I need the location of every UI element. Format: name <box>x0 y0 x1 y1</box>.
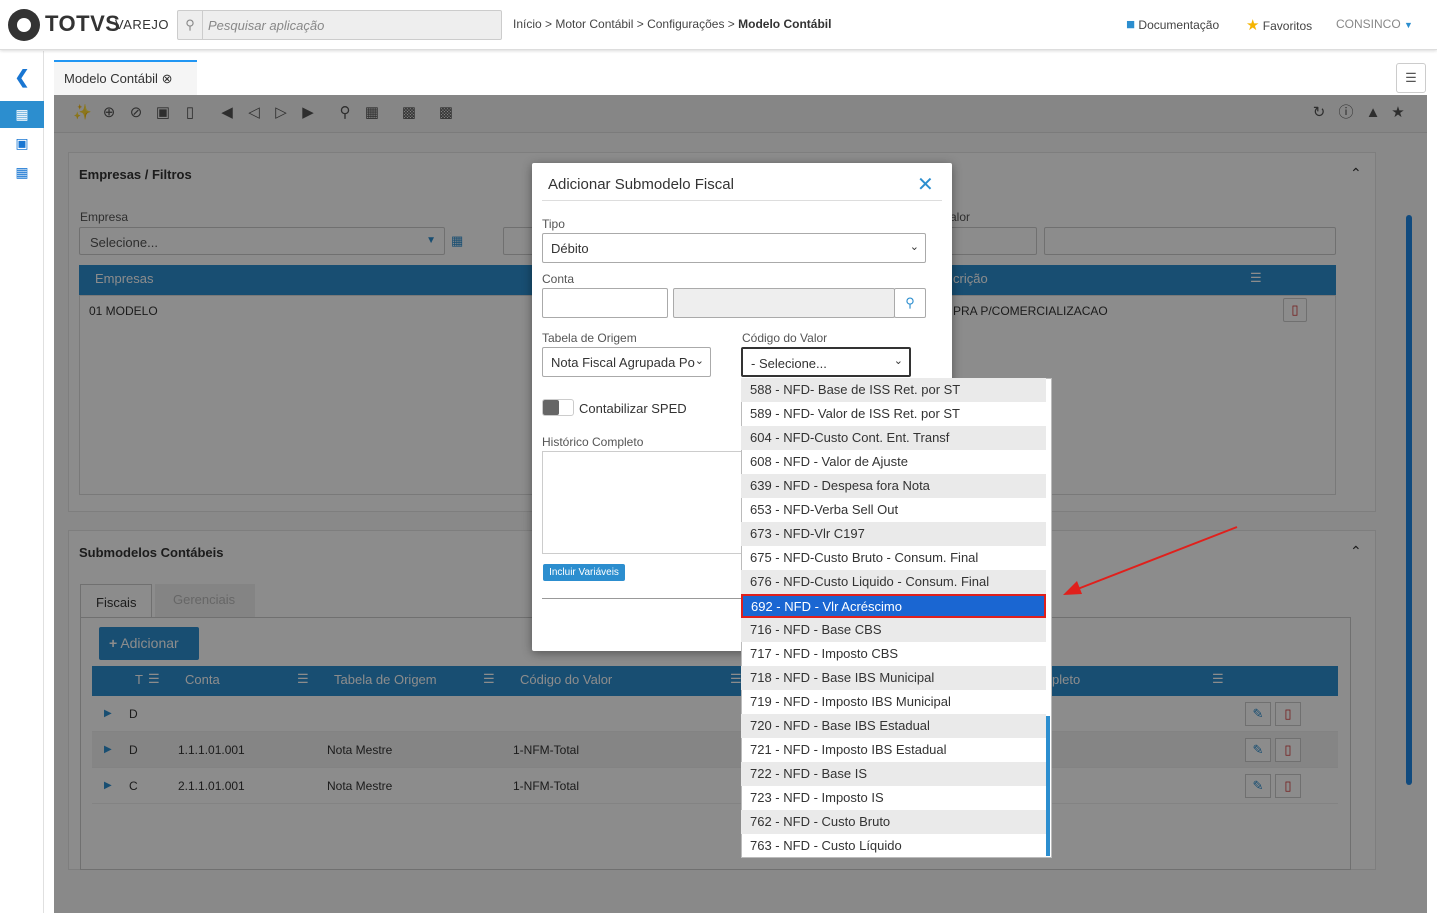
tab-modelo-contabil[interactable]: Modelo Contábil ⊗ <box>54 60 197 95</box>
close-tab-icon[interactable]: ⊗ <box>162 71 173 86</box>
dropdown-option[interactable]: 604 - NFD-Custo Cont. Ent. Transf <box>741 426 1046 450</box>
annotation-arrow <box>1063 526 1238 595</box>
sped-label: Contabilizar SPED <box>579 401 687 416</box>
dropdown-option[interactable]: 721 - NFD - Imposto IBS Estadual <box>741 738 1046 762</box>
historico-label: Histórico Completo <box>542 435 644 449</box>
dropdown-option[interactable]: 717 - NFD - Imposto CBS <box>741 642 1046 666</box>
dropdown-option[interactable]: 589 - NFD- Valor de ISS Ret. por ST <box>741 402 1046 426</box>
dropdown-option[interactable]: 762 - NFD - Custo Bruto <box>741 810 1046 834</box>
dropdown-option[interactable]: 588 - NFD- Base de ISS Ret. por ST <box>741 378 1046 402</box>
dropdown-option[interactable]: 692 - NFD - Vlr Acréscimo <box>741 594 1046 618</box>
tipo-value: Débito <box>551 241 589 256</box>
dropdown-option[interactable]: 720 - NFD - Base IBS Estadual <box>741 714 1046 738</box>
calendar-icon[interactable]: ▦ <box>0 101 44 128</box>
search-input[interactable]: Pesquisar aplicação <box>208 18 324 33</box>
favorites-link[interactable]: ★ Favoritos <box>1246 16 1312 34</box>
favorites-label: Favoritos <box>1262 19 1313 33</box>
dropdown-option[interactable]: 722 - NFD - Base IS <box>741 762 1046 786</box>
arrow-head <box>1063 581 1082 595</box>
conta-input[interactable] <box>542 288 668 318</box>
tab-label: Modelo Contábil <box>64 71 158 86</box>
back-arrow-icon[interactable]: ❮ <box>0 64 44 91</box>
modal-divider <box>542 200 942 201</box>
dropdown-option[interactable]: 639 - NFD - Despesa fora Nota <box>741 474 1046 498</box>
folder-icon: ■ <box>1126 16 1136 33</box>
tabela-value: Nota Fiscal Agrupada Po <box>551 355 695 370</box>
codigo-value: - Selecione... <box>751 356 827 371</box>
breadcrumb: Início > Motor Contábil > Configurações … <box>513 17 831 31</box>
dropdown-scrollbar[interactable] <box>1046 716 1050 856</box>
totvs-logo-icon <box>8 9 40 41</box>
sped-toggle[interactable] <box>542 399 574 416</box>
close-icon[interactable]: ✕ <box>917 172 934 197</box>
tipo-select[interactable]: Débito ⌄ <box>542 233 926 263</box>
tabela-select[interactable]: Nota Fiscal Agrupada Po ⌄ <box>542 347 711 377</box>
incluir-variaveis-button[interactable]: Incluir Variáveis <box>543 564 625 581</box>
user-menu[interactable]: CONSINCO ▼ <box>1336 17 1413 31</box>
tab-list-icon[interactable]: ☰ <box>1396 63 1426 93</box>
search-icon: ⚲ <box>178 11 203 39</box>
dropdown-option[interactable]: 763 - NFD - Custo Líquido <box>741 834 1046 858</box>
codigo-label: Código do Valor <box>742 331 828 345</box>
chevron-down-icon: ⌄ <box>909 241 919 253</box>
tipo-label: Tipo <box>542 217 565 231</box>
conta-description <box>673 288 895 318</box>
dropdown-option[interactable]: 675 - NFD-Custo Bruto - Consum. Final <box>741 546 1046 570</box>
documentation-label: Documentação <box>1138 18 1220 32</box>
caret-down-icon: ▼ <box>1404 20 1413 30</box>
dropdown-option[interactable]: 719 - NFD - Imposto IBS Municipal <box>741 690 1046 714</box>
dropdown-option[interactable]: 723 - NFD - Imposto IS <box>741 786 1046 810</box>
dropdown-options: 588 - NFD- Base de ISS Ret. por ST 589 - … <box>741 378 1052 858</box>
tab-bar <box>44 51 1437 95</box>
modal-title: Adicionar Submodelo Fiscal <box>548 176 734 193</box>
search-icon[interactable]: ⚲ <box>894 288 926 318</box>
brand-name: TOTVS <box>45 11 121 36</box>
search-box[interactable]: ⚲ Pesquisar aplicação <box>177 10 502 40</box>
user-name: CONSINCO <box>1336 17 1401 31</box>
tabela-label: Tabela de Origem <box>542 331 637 345</box>
chevron-down-icon: ⌄ <box>893 355 903 367</box>
documentation-link[interactable]: ■ Documentação <box>1126 16 1219 33</box>
dropdown-option[interactable]: 673 - NFD-Vlr C197 <box>741 522 1046 546</box>
brand-subtitle: VAREJO <box>115 17 170 32</box>
chevron-down-icon: ⌄ <box>694 354 704 367</box>
toggle-knob <box>543 400 559 415</box>
codigo-select[interactable]: - Selecione... ⌄ <box>741 347 911 377</box>
breadcrumb-path[interactable]: Início > Motor Contábil > Configurações … <box>513 17 738 31</box>
monitor-icon[interactable]: ▣ <box>0 130 44 157</box>
star-icon: ★ <box>1246 17 1260 34</box>
arrow-line <box>1074 526 1238 591</box>
breadcrumb-current: Modelo Contábil <box>738 17 832 31</box>
dropdown-option[interactable]: 716 - NFD - Base CBS <box>741 618 1046 642</box>
dropdown-option[interactable]: 608 - NFD - Valor de Ajuste <box>741 450 1046 474</box>
table-icon[interactable]: ▦ <box>0 159 44 186</box>
conta-label: Conta <box>542 272 575 286</box>
dropdown-option[interactable]: 718 - NFD - Base IBS Municipal <box>741 666 1046 690</box>
dropdown-option[interactable]: 653 - NFD-Verba Sell Out <box>741 498 1046 522</box>
dropdown-option[interactable]: 676 - NFD-Custo Liquido - Consum. Final <box>741 570 1046 594</box>
top-bar: TOTVS VAREJO ⚲ Pesquisar aplicação Iníci… <box>0 0 1437 50</box>
